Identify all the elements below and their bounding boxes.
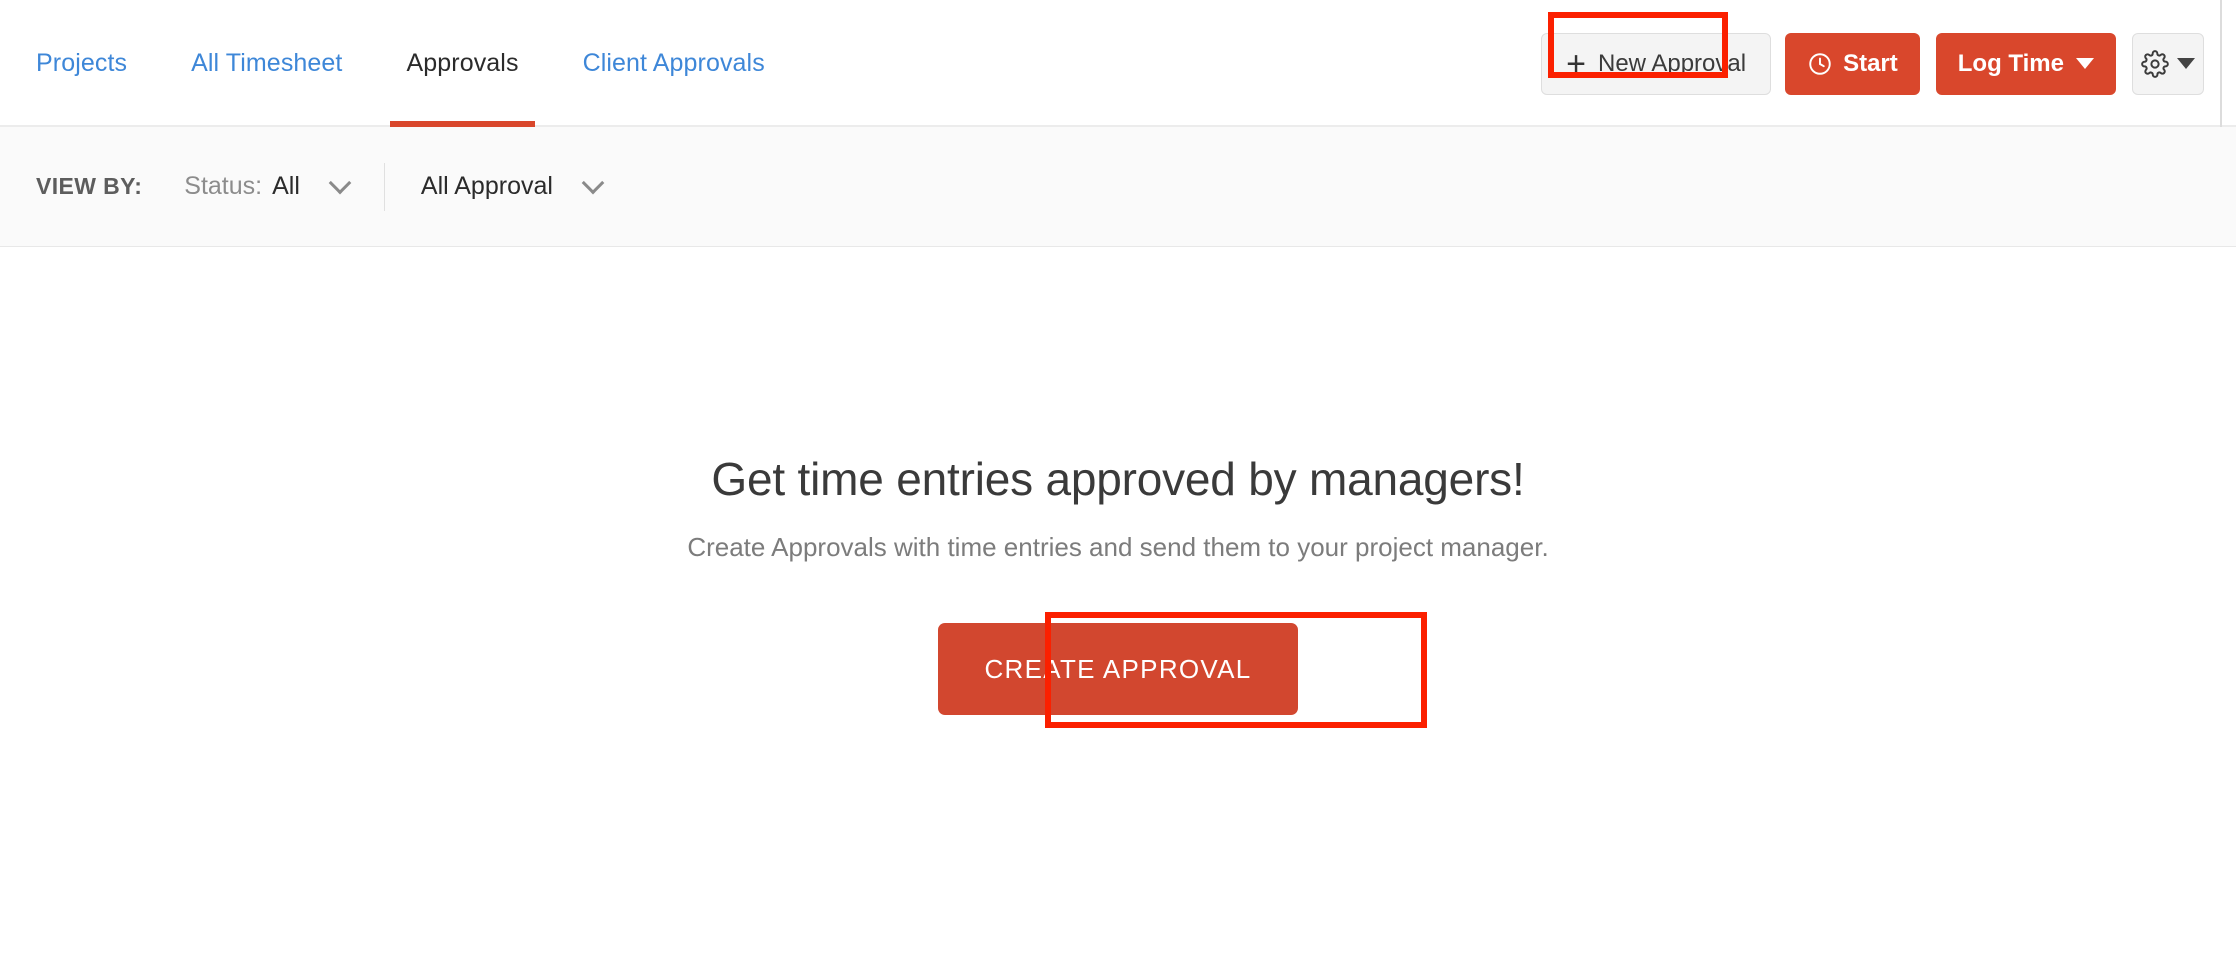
tab-all-timesheet[interactable]: All Timesheet (163, 0, 370, 127)
clock-icon (1807, 51, 1833, 77)
toolbar-actions: + New Approval Start Log Time (1541, 0, 2204, 127)
primary-tabs: Projects All Timesheet Approvals Client … (0, 0, 801, 127)
tab-approvals[interactable]: Approvals (378, 0, 546, 127)
view-by-label: VIEW BY: (36, 173, 143, 199)
settings-menu-button[interactable] (2132, 32, 2204, 95)
start-timer-label: Start (1843, 49, 1898, 77)
tab-client-approvals[interactable]: Client Approvals (555, 0, 793, 127)
empty-state-title: Get time entries approved by managers! (711, 453, 1525, 505)
tab-projects-label: Projects (36, 49, 128, 77)
tab-projects[interactable]: Projects (36, 0, 155, 127)
new-approval-button[interactable]: + New Approval (1541, 32, 1772, 95)
chevron-down-icon (328, 171, 352, 194)
chevron-down-icon (581, 171, 605, 194)
tab-client-approvals-label: Client Approvals (582, 49, 765, 77)
log-time-label: Log Time (1957, 49, 2064, 77)
filter-bar: VIEW BY: Status: All All Approval (0, 127, 2236, 247)
new-approval-label: New Approval (1598, 49, 1747, 77)
active-tab-indicator (390, 121, 535, 127)
status-filter-value: All (272, 172, 300, 200)
gear-icon (2141, 49, 2169, 78)
plus-icon: + (1566, 44, 1586, 83)
top-navigation-bar: Projects All Timesheet Approvals Client … (0, 0, 2236, 127)
approval-filter-dropdown[interactable]: All Approval (420, 171, 605, 201)
start-timer-button[interactable]: Start (1785, 32, 1920, 95)
create-approval-button[interactable]: CREATE APPROVAL (938, 623, 1298, 715)
log-time-button[interactable]: Log Time (1935, 32, 2116, 95)
status-filter-dropdown[interactable]: Status: All (184, 171, 352, 201)
tab-all-timesheet-label: All Timesheet (191, 49, 343, 77)
app-root: Projects All Timesheet Approvals Client … (0, 0, 2236, 972)
chevron-down-icon (2076, 58, 2094, 69)
approval-filter-value: All Approval (420, 172, 553, 200)
empty-state-panel: Get time entries approved by managers! C… (0, 247, 2236, 970)
tab-approvals-label: Approvals (406, 49, 519, 77)
status-filter-prefix: Status: (184, 172, 263, 200)
scrollbar-track[interactable] (2220, 0, 2222, 127)
chevron-down-icon (2177, 58, 2195, 69)
empty-state-subtitle: Create Approvals with time entries and s… (687, 532, 1549, 562)
filter-divider (383, 162, 385, 211)
